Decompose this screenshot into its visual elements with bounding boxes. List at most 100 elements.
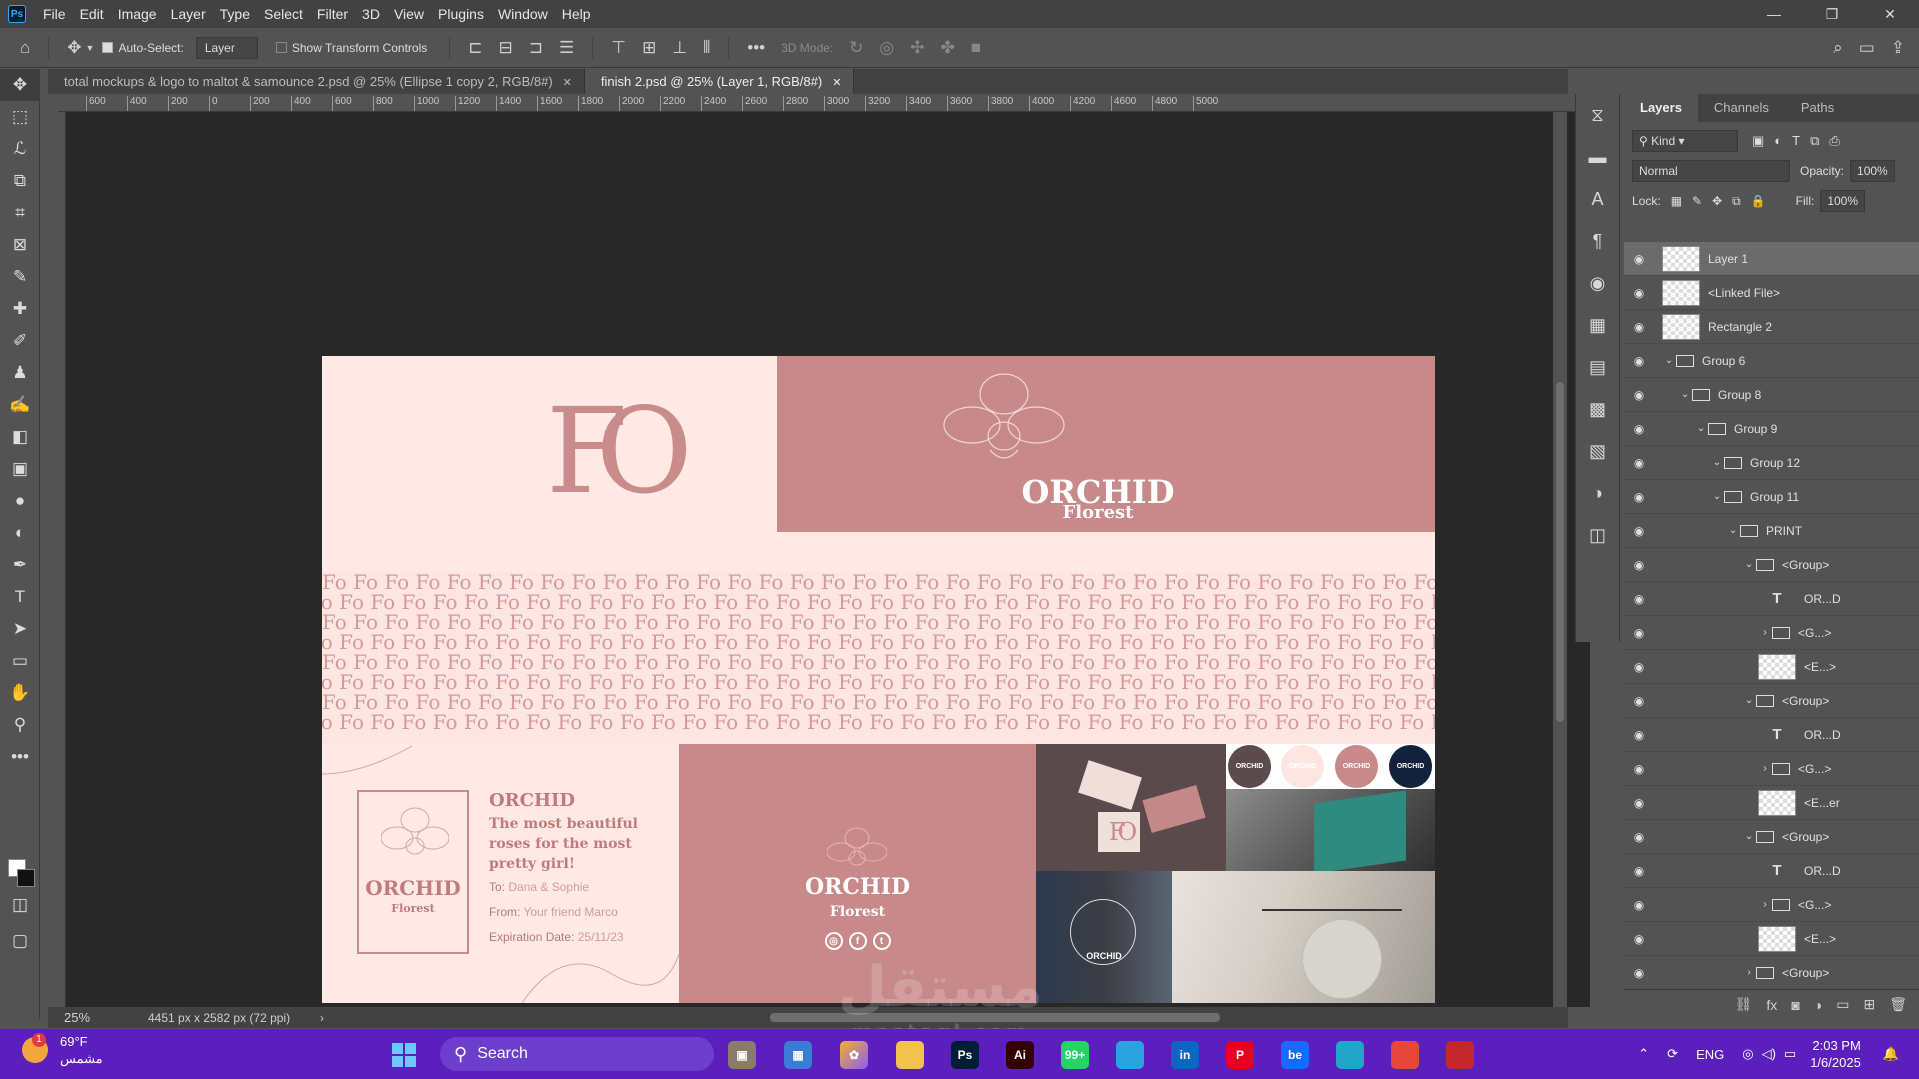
eye-icon[interactable]: ◉ [1624, 966, 1654, 980]
paragraph-icon[interactable]: ¶ [1576, 220, 1619, 262]
menu-select[interactable]: Select [257, 0, 310, 28]
more-tools-icon[interactable]: ••• [0, 741, 40, 773]
eye-icon[interactable]: ◉ [1624, 932, 1654, 946]
language-indicator[interactable]: ENG [1696, 1047, 1724, 1062]
chevron-down-icon[interactable]: ⌄ [1662, 355, 1676, 366]
eye-icon[interactable]: ◉ [1624, 422, 1654, 436]
menu-type[interactable]: Type [213, 0, 257, 28]
distribute-icon[interactable]: ☰ [559, 38, 574, 58]
eraser-tool-icon[interactable]: ◧ [0, 421, 40, 453]
canvas-area[interactable]: FO ORCHID Florest Fo Fo Fo Fo Fo Fo Fo F… [66, 112, 1590, 1007]
align-top-icon[interactable]: ⊤ [611, 38, 626, 58]
eye-icon[interactable]: ◉ [1624, 796, 1654, 810]
chevron-down-icon[interactable]: ⌄ [1726, 525, 1740, 536]
layer-row[interactable]: ◉ T OR...D [1624, 582, 1919, 616]
menu-layer[interactable]: Layer [164, 0, 213, 28]
comments-icon[interactable]: ▬ [1576, 136, 1619, 178]
eye-icon[interactable]: ◉ [1624, 286, 1654, 300]
pinterest-icon[interactable]: P [1226, 1041, 1254, 1069]
menu-plugins[interactable]: Plugins [431, 0, 491, 28]
history-brush-icon[interactable]: ✍ [0, 389, 40, 421]
eye-icon[interactable]: ◉ [1624, 728, 1654, 742]
chevron-right-icon[interactable]: › [1758, 627, 1772, 638]
eye-icon[interactable]: ◉ [1624, 456, 1654, 470]
weather-widget[interactable]: 1 69°F مشمس [22, 1033, 103, 1067]
tab-total-mockups[interactable]: total mockups & logo to maltot & samounc… [48, 69, 585, 94]
eyedropper-tool-icon[interactable]: ✎ [0, 261, 40, 293]
chevron-down-icon[interactable]: ⌄ [1742, 559, 1756, 570]
tab-paths[interactable]: Paths [1785, 94, 1850, 122]
adjustments-icon[interactable]: ◑ [1576, 472, 1619, 514]
linkedin-icon[interactable]: in [1171, 1041, 1199, 1069]
gradients-icon[interactable]: ▤ [1576, 346, 1619, 388]
eye-icon[interactable]: ◉ [1624, 694, 1654, 708]
photoshop-icon[interactable]: Ps [951, 1041, 979, 1069]
orbit-3d-icon[interactable]: ↻ [849, 38, 863, 58]
chevron-up-icon[interactable]: ⌃ [1638, 1046, 1649, 1062]
tab-channels[interactable]: Channels [1698, 94, 1785, 122]
layer-row[interactable]: ◉ ⌄ <Group> [1624, 548, 1919, 582]
menu-edit[interactable]: Edit [73, 0, 111, 28]
layer-row[interactable]: ◉ <E...> [1624, 922, 1919, 956]
workspace-icon[interactable]: ▭ [1859, 38, 1875, 58]
eye-icon[interactable]: ◉ [1624, 388, 1654, 402]
layer-row[interactable]: ◉ Layer 1 [1624, 242, 1919, 276]
menu-window[interactable]: Window [491, 0, 555, 28]
whatsapp-icon[interactable]: 99+ [1061, 1041, 1089, 1069]
notification-bell-icon[interactable]: 🔔 [1883, 1046, 1899, 1062]
chevron-down-icon[interactable]: ⌄ [1710, 491, 1724, 502]
chevron-right-icon[interactable]: › [320, 1011, 324, 1025]
dodge-tool-icon[interactable]: ◐ [0, 517, 40, 549]
menu-filter[interactable]: Filter [310, 0, 355, 28]
eye-icon[interactable]: ◉ [1624, 626, 1654, 640]
pen-tool-icon[interactable]: ✒ [0, 549, 40, 581]
eye-icon[interactable]: ◉ [1624, 252, 1654, 266]
chevron-right-icon[interactable]: › [1742, 967, 1756, 978]
vertical-scrollbar[interactable] [1553, 112, 1567, 1007]
background-color-swatch[interactable] [17, 869, 35, 887]
hand-tool-icon[interactable]: ✋ [0, 677, 40, 709]
eye-icon[interactable]: ◉ [1624, 524, 1654, 538]
menu-file[interactable]: File [36, 0, 73, 28]
eye-icon[interactable]: ◉ [1624, 320, 1654, 334]
chevron-down-icon[interactable]: ▼ [86, 43, 95, 53]
taskbar-search[interactable]: ⚲ Search [440, 1037, 714, 1071]
link-layers-icon[interactable]: ⛓ [1735, 996, 1753, 1013]
trash-icon[interactable]: 🗑 [1889, 996, 1907, 1013]
roll-3d-icon[interactable]: ◎ [879, 38, 894, 58]
opacity-field[interactable]: 100% [1850, 160, 1895, 182]
distribute-vertical-icon[interactable]: ⫴ [703, 38, 710, 58]
auto-select-checkbox[interactable] [102, 42, 114, 53]
layer-row[interactable]: ◉ ⌄ <Group> [1624, 684, 1919, 718]
store-icon[interactable]: ▦ [784, 1041, 812, 1069]
layer-row[interactable]: ◉ <E...er [1624, 786, 1919, 820]
layer-row[interactable]: ◉ › <G...> [1624, 752, 1919, 786]
menu-image[interactable]: Image [111, 0, 164, 28]
lock-icons[interactable]: ▦✎✥⧉🔒 [1671, 194, 1776, 209]
edge-icon[interactable] [1336, 1041, 1364, 1069]
volume-icon[interactable]: ◁) [1762, 1046, 1776, 1062]
swatches-icon[interactable]: ▦ [1576, 304, 1619, 346]
align-middle-icon[interactable]: ⊞ [642, 38, 656, 58]
minimize-button[interactable]: — [1745, 0, 1803, 28]
layer-row[interactable]: ◉ T OR...D [1624, 718, 1919, 752]
home-icon[interactable]: ⌂ [20, 38, 30, 58]
filter-icons[interactable]: ▣◐T⧉⎙ [1752, 133, 1850, 149]
libraries-icon[interactable]: ▧ [1576, 430, 1619, 472]
lasso-tool-icon[interactable]: ℒ [0, 133, 40, 165]
fill-field[interactable]: 100% [1820, 190, 1866, 212]
scrollbar-thumb[interactable] [1556, 382, 1564, 722]
layer-row[interactable]: ◉ › <G...> [1624, 616, 1919, 650]
layer-row[interactable]: ◉ <E...> [1624, 650, 1919, 684]
chevron-right-icon[interactable]: › [1758, 763, 1772, 774]
layer-row[interactable]: ◉ › <Group> [1624, 956, 1919, 982]
close-icon[interactable]: ✕ [832, 77, 841, 89]
close-icon[interactable]: ✕ [563, 77, 572, 89]
windows-start-icon[interactable] [392, 1043, 416, 1067]
frame-tool-icon[interactable]: ⊠ [0, 229, 40, 261]
align-bottom-icon[interactable]: ⊥ [672, 38, 687, 58]
transform-controls-checkbox[interactable] [275, 42, 287, 53]
eye-icon[interactable]: ◉ [1624, 898, 1654, 912]
align-center-icon[interactable]: ⊟ [499, 38, 513, 58]
chevron-down-icon[interactable]: ⌄ [1710, 457, 1724, 468]
